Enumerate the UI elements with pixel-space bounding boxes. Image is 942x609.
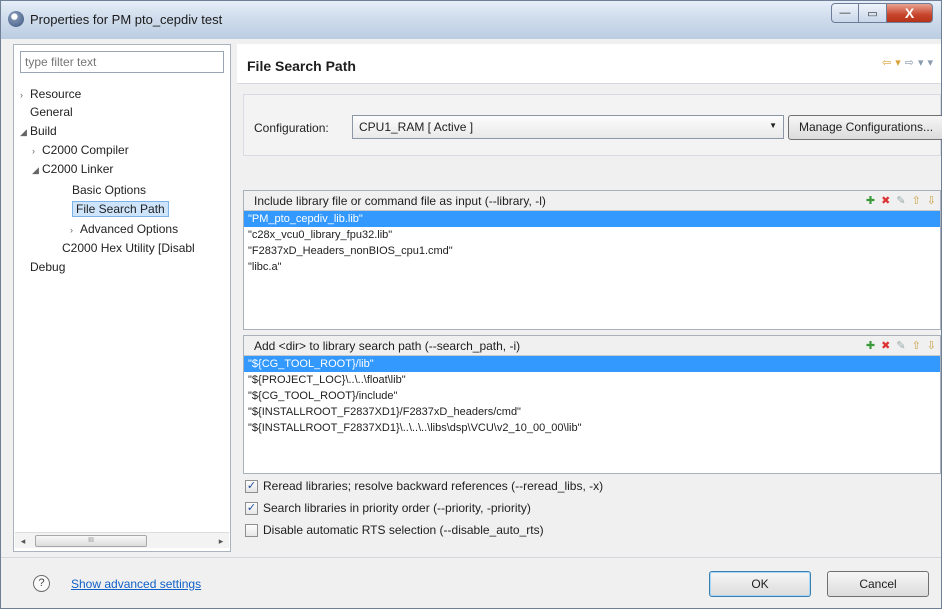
panel-title: Add <dir> to library search path (--sear… bbox=[254, 339, 521, 353]
panel-title: Include library file or command file as … bbox=[254, 194, 546, 208]
show-advanced-settings-link[interactable]: Show advanced settings bbox=[71, 577, 201, 591]
tree-item-resource[interactable]: › Resource bbox=[20, 87, 81, 101]
tree-collapse-icon[interactable]: ◢ bbox=[32, 165, 42, 176]
properties-dialog: Properties for PM pto_cepdiv test — ▭ X … bbox=[0, 0, 942, 609]
library-list: "PM_pto_cepdiv_lib.lib" "c28x_vcu0_libra… bbox=[244, 211, 940, 275]
manage-configurations-button[interactable]: Manage Configurations... bbox=[788, 115, 942, 140]
tree-item-label: C2000 Hex Utility [Disabl bbox=[62, 241, 195, 255]
tree-item-label: General bbox=[30, 105, 73, 119]
configuration-value: CPU1_RAM [ Active ] bbox=[359, 120, 474, 134]
horizontal-scrollbar[interactable]: ◂ III ▸ bbox=[15, 532, 229, 548]
ok-button[interactable]: OK bbox=[709, 571, 811, 597]
panel-header: Include library file or command file as … bbox=[244, 191, 940, 211]
search-path-list: "${CG_TOOL_ROOT}/lib" "${PROJECT_LOC}\..… bbox=[244, 356, 940, 436]
filter-input[interactable] bbox=[20, 51, 224, 73]
history-nav: ⇦ ▾ ⇨ ▾ ▾ bbox=[882, 56, 933, 69]
scroll-right-icon[interactable]: ▸ bbox=[213, 533, 229, 549]
edit-icon[interactable]: ✎ bbox=[896, 194, 905, 207]
sidebar: ›Resource General ◢Build ›C2000 Compiler… bbox=[13, 44, 231, 552]
move-down-icon[interactable]: ⇩ bbox=[927, 194, 936, 207]
forward-arrow-icon[interactable]: ⇨ bbox=[905, 56, 914, 69]
move-down-icon[interactable]: ⇩ bbox=[927, 339, 936, 352]
configuration-label: Configuration: bbox=[254, 121, 329, 135]
checkbox-mark[interactable]: ✓ bbox=[245, 480, 258, 493]
tree-item-c2000-linker[interactable]: ◢ C2000 Linker bbox=[32, 162, 113, 176]
checkbox-label: Reread libraries; resolve backward refer… bbox=[263, 479, 604, 493]
edit-icon[interactable]: ✎ bbox=[896, 339, 905, 352]
delete-icon[interactable]: ✖ bbox=[881, 339, 890, 352]
forward-menu-chevron-icon[interactable]: ▾ bbox=[918, 56, 924, 69]
view-menu-chevron-icon[interactable]: ▾ bbox=[927, 56, 933, 69]
tree-item-general[interactable]: General bbox=[20, 105, 73, 119]
scroll-left-icon[interactable]: ◂ bbox=[15, 533, 31, 549]
tree-item-build[interactable]: ◢ Build bbox=[20, 124, 57, 138]
window-title: Properties for PM pto_cepdiv test bbox=[30, 12, 223, 27]
list-item[interactable]: "${INSTALLROOT_F2837XD1}\..\..\..\libs\d… bbox=[244, 420, 940, 436]
tree-item-label: Build bbox=[30, 124, 57, 138]
tree-item-label: Advanced Options bbox=[80, 222, 179, 236]
list-toolbar: ✚ ✖ ✎ ⇧ ⇩ bbox=[866, 194, 936, 207]
help-icon[interactable]: ? bbox=[33, 575, 50, 592]
maximize-button[interactable]: ▭ bbox=[859, 3, 887, 23]
cancel-button[interactable]: Cancel bbox=[827, 571, 929, 597]
page-title: File Search Path bbox=[247, 58, 356, 74]
tree-item-label: Debug bbox=[30, 260, 66, 274]
search-path-panel: Add <dir> to library search path (--sear… bbox=[243, 335, 941, 474]
app-icon bbox=[8, 11, 24, 27]
checkbox-label: Search libraries in priority order (--pr… bbox=[263, 501, 531, 515]
list-item[interactable]: "PM_pto_cepdiv_lib.lib" bbox=[244, 211, 940, 227]
tree-expand-icon[interactable]: › bbox=[70, 225, 80, 235]
add-icon[interactable]: ✚ bbox=[866, 339, 875, 352]
tree-item-label: C2000 Linker bbox=[42, 162, 114, 176]
tree-item-c2000-hex-utility[interactable]: C2000 Hex Utility [Disabl bbox=[62, 241, 195, 255]
library-files-panel: Include library file or command file as … bbox=[243, 190, 941, 330]
tree-item-label: Resource bbox=[30, 87, 82, 101]
checkbox-label: Disable automatic RTS selection (--disab… bbox=[263, 523, 544, 537]
list-item[interactable]: "libc.a" bbox=[244, 259, 940, 275]
tree-item-debug[interactable]: Debug bbox=[20, 260, 65, 274]
list-item[interactable]: "${CG_TOOL_ROOT}/lib" bbox=[244, 356, 940, 372]
tree-item-c2000-compiler[interactable]: › C2000 Compiler bbox=[32, 143, 129, 157]
window-controls: — ▭ X bbox=[831, 3, 933, 25]
list-toolbar: ✚ ✖ ✎ ⇧ ⇩ bbox=[866, 339, 936, 352]
dropdown-arrow-icon: ▼ bbox=[769, 121, 777, 130]
list-item[interactable]: "c28x_vcu0_library_fpu32.lib" bbox=[244, 227, 940, 243]
title-bar[interactable]: Properties for PM pto_cepdiv test — ▭ X bbox=[1, 1, 941, 39]
tree-item-label: C2000 Compiler bbox=[42, 143, 129, 157]
list-item[interactable]: "${PROJECT_LOC}\..\..\float\lib" bbox=[244, 372, 940, 388]
move-up-icon[interactable]: ⇧ bbox=[912, 194, 921, 207]
configuration-group: Configuration: CPU1_RAM [ Active ] ▼ Man… bbox=[243, 94, 942, 156]
move-up-icon[interactable]: ⇧ bbox=[912, 339, 921, 352]
scroll-thumb[interactable]: III bbox=[35, 535, 147, 547]
back-arrow-icon[interactable]: ⇦ bbox=[882, 56, 891, 69]
tree-expand-icon[interactable]: › bbox=[20, 90, 30, 100]
checkbox-mark[interactable] bbox=[245, 524, 258, 537]
add-icon[interactable]: ✚ bbox=[866, 194, 875, 207]
tree-item-advanced-options[interactable]: › Advanced Options bbox=[70, 222, 178, 236]
tree-expand-icon[interactable]: › bbox=[32, 146, 42, 156]
delete-icon[interactable]: ✖ bbox=[881, 194, 890, 207]
configuration-select[interactable]: CPU1_RAM [ Active ] ▼ bbox=[352, 115, 784, 139]
list-item[interactable]: "${CG_TOOL_ROOT}/include" bbox=[244, 388, 940, 404]
close-button[interactable]: X bbox=[887, 3, 933, 23]
dialog-footer: ? Show advanced settings OK Cancel bbox=[1, 557, 941, 609]
checkbox-mark[interactable]: ✓ bbox=[245, 502, 258, 515]
tree-item-label: Basic Options bbox=[72, 183, 147, 197]
page-header: File Search Path ⇦ ▾ ⇨ ▾ ▾ bbox=[237, 44, 941, 84]
minimize-button[interactable]: — bbox=[831, 3, 859, 23]
tree-item-label: File Search Path bbox=[72, 201, 169, 217]
back-menu-chevron-icon[interactable]: ▾ bbox=[895, 56, 901, 69]
panel-header: Add <dir> to library search path (--sear… bbox=[244, 336, 940, 356]
tree-item-basic-options[interactable]: Basic Options bbox=[72, 183, 146, 197]
tree-item-file-search-path[interactable]: File Search Path bbox=[72, 201, 169, 217]
main-content: File Search Path ⇦ ▾ ⇨ ▾ ▾ Configuration… bbox=[237, 44, 942, 552]
list-item[interactable]: "F2837xD_Headers_nonBIOS_cpu1.cmd" bbox=[244, 243, 940, 259]
list-item[interactable]: "${INSTALLROOT_F2837XD1}/F2837xD_headers… bbox=[244, 404, 940, 420]
tree-collapse-icon[interactable]: ◢ bbox=[20, 127, 30, 138]
